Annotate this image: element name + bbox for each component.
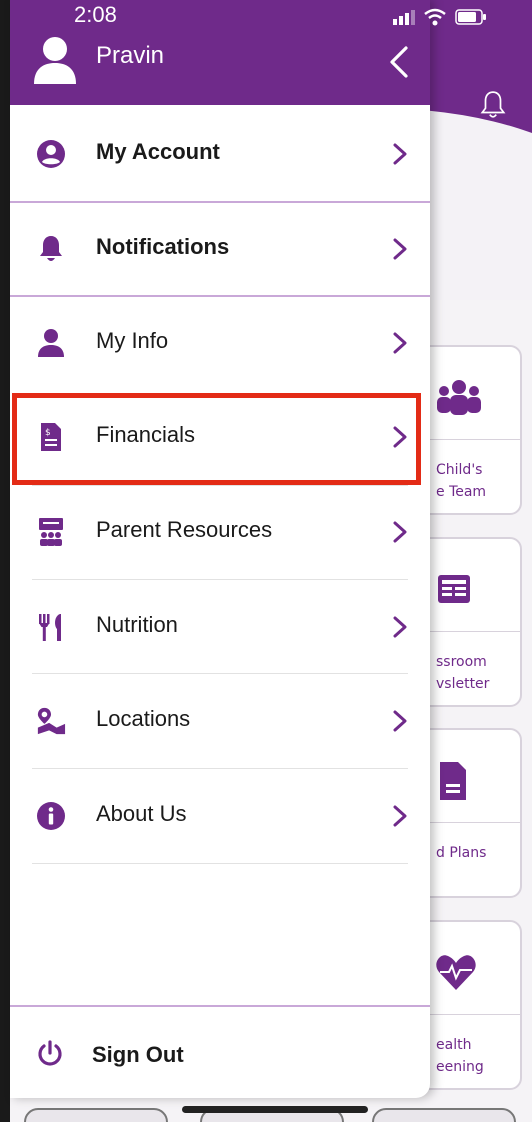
menu-item-label: Nutrition [96,612,178,637]
card-label-line1: ealth [436,1037,472,1053]
menu-item-label: Locations [96,706,191,731]
item-divider [32,579,408,580]
chevron-right-icon [393,238,407,260]
map-location-icon [36,705,66,737]
menu-item-my-account[interactable]: My Account [10,108,430,202]
home-indicator [182,1106,368,1113]
chevron-right-icon [393,616,407,638]
status-icons [393,8,487,26]
document-icon [440,762,466,800]
family-group-icon [437,380,481,415]
svg-text:$: $ [45,428,51,438]
card-label: Child's e Team [436,459,486,503]
wifi-icon [424,8,446,26]
power-icon [38,1040,62,1066]
card-label: ssroom vsletter [436,651,489,695]
invoice-document-icon: $ [36,421,66,453]
menu-item-label: Parent Resources [96,517,273,542]
close-drawer-chevron-left-icon[interactable] [386,44,412,80]
menu-item-label: My Account [96,139,220,164]
card-label-line2: e Team [436,484,487,500]
person-icon [36,327,66,359]
bell-icon [36,233,66,265]
menu-item-about-us[interactable]: About Us [10,770,430,864]
sign-out-label: Sign Out [92,1042,184,1067]
chevron-right-icon [393,143,407,165]
battery-icon [455,9,486,25]
signal-icon [393,10,415,25]
account-circle-icon [36,138,66,170]
menu-item-locations[interactable]: Locations [10,675,430,769]
card-label-line2: eening [436,1059,484,1075]
user-avatar-icon [34,37,76,84]
menu-item-label: About Us [96,801,187,826]
card-label-line1: ssroom [436,654,487,670]
sign-out-button[interactable]: Sign Out [10,1008,430,1098]
menu-item-label: My Info [96,328,169,353]
card-label-line2: vsletter [436,676,490,692]
info-circle-icon [36,800,66,832]
menu-item-notifications[interactable]: Notifications [10,203,430,297]
menu-item-my-info[interactable]: My Info [10,297,430,391]
heart-pulse-icon [436,955,476,990]
drawer-header: Pravin [10,0,430,105]
menu-item-label: Financials [96,422,196,447]
navigation-drawer: Pravin My Account Notifications My Info … [10,0,430,1098]
phone-screen: Child's e Team ssroom vsletter d Plans e… [0,0,532,1122]
fork-knife-icon [36,611,66,643]
presentation-group-icon [36,516,66,548]
background-dock-tab[interactable] [24,1108,168,1122]
status-time: 2:08 [74,2,117,27]
card-label: d Plans [436,842,486,864]
user-name: Pravin [96,42,165,69]
menu-item-parent-resources[interactable]: Parent Resources [10,486,430,580]
chevron-right-icon [393,805,407,827]
section-divider [10,1005,430,1007]
item-divider [32,863,408,864]
menu-item-nutrition[interactable]: Nutrition [10,581,430,675]
newsletter-icon [438,575,470,603]
card-label-line1: d Plans [436,845,487,861]
item-divider [32,768,408,769]
background-dock-tab[interactable] [372,1108,516,1122]
card-label: ealth eening [436,1034,484,1078]
chevron-right-icon [393,426,407,448]
chevron-right-icon [393,521,407,543]
chevron-right-icon [393,710,407,732]
menu-item-financials[interactable]: $ Financials [10,391,430,485]
card-label-line1: Child's [436,462,483,478]
chevron-right-icon [393,332,407,354]
menu-item-label: Notifications [96,234,230,259]
item-divider [32,673,408,674]
notification-bell-icon[interactable] [480,90,506,120]
